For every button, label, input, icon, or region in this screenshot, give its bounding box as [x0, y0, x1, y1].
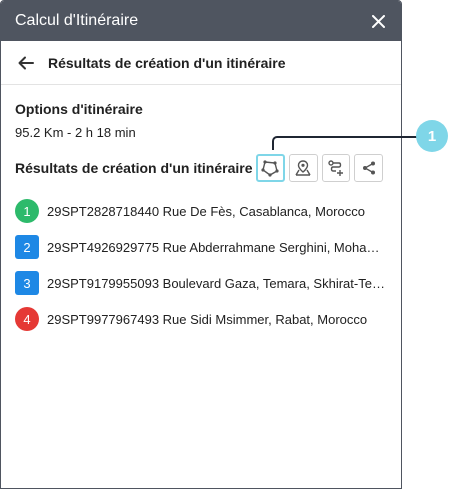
- stop-address: 29SPT9179955093 Boulevard Gaza, Temara, …: [47, 275, 387, 291]
- stop-number-badge: 3: [15, 271, 39, 295]
- stop-address: 29SPT2828718440 Rue De Fès, Casablanca, …: [47, 203, 365, 219]
- polygon-route-button[interactable]: [256, 154, 285, 182]
- map-pin-icon: [295, 160, 311, 176]
- route-options-title: Options d'itinéraire: [15, 101, 143, 117]
- stop-number-badge: 4: [15, 307, 39, 331]
- route-calculation-panel: Calcul d'Itinéraire Résultats de créatio…: [0, 0, 402, 489]
- callout-leader-line: [272, 136, 420, 150]
- subheader-title: Résultats de création d'un itinéraire: [48, 54, 286, 71]
- results-toolbar-row: Résultats de création d'un itinéraire: [15, 153, 387, 183]
- route-stop-item[interactable]: 3 29SPT9179955093 Boulevard Gaza, Temara,…: [15, 265, 387, 301]
- stop-number-badge: 2: [15, 235, 39, 259]
- route-stop-item[interactable]: 2 29SPT4926929775 Rue Abderrahmane Serghi…: [15, 229, 387, 265]
- results-subheader: Résultats de création d'un itinéraire: [1, 41, 401, 85]
- map-pin-button[interactable]: [288, 154, 318, 182]
- route-add-button[interactable]: [321, 154, 351, 182]
- callout-badge: 1: [416, 120, 448, 152]
- route-add-icon: [328, 160, 343, 176]
- route-stop-item[interactable]: 1 29SPT2828718440 Rue De Fès, Casablanca,…: [15, 193, 387, 229]
- stop-number-badge: 1: [15, 199, 39, 223]
- back-button[interactable]: [18, 54, 36, 72]
- panel-titlebar: Calcul d'Itinéraire: [1, 1, 401, 41]
- stop-address: 29SPT4926929775 Rue Abderrahmane Serghin…: [47, 239, 387, 255]
- stop-address: 29SPT9977967493 Rue Sidi Msimmer, Rabat,…: [47, 311, 368, 327]
- route-stop-item[interactable]: 4 29SPT9977967493 Rue Sidi Msimmer, Rabat…: [15, 301, 387, 337]
- results-title: Résultats de création d'un itinéraire: [15, 160, 253, 176]
- close-button[interactable]: [369, 12, 387, 30]
- close-icon: [371, 14, 385, 28]
- share-icon: [362, 161, 375, 175]
- polygon-route-icon: [261, 160, 280, 177]
- share-button[interactable]: [354, 154, 383, 182]
- panel-title: Calcul d'Itinéraire: [15, 12, 139, 29]
- arrow-left-icon: [18, 56, 34, 69]
- route-stops-list: 1 29SPT2828718440 Rue De Fès, Casablanca,…: [15, 193, 387, 337]
